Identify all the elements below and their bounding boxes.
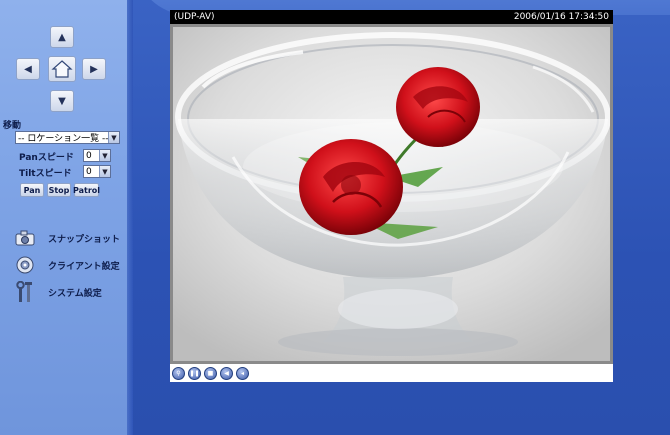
pan-left-button[interactable]: ◀ (16, 58, 40, 80)
control-panel: ▲ ◀ ▶ ▼ 移動 -- ロケーション一覧 -- ▼ Panスピード 0 ▼ … (0, 0, 133, 435)
arrow-right-icon: ▶ (90, 63, 98, 75)
pause-icon[interactable]: ❚❚ (188, 366, 201, 380)
player-controls: ⚲ ❚❚ ■ ◀ ◂ (170, 364, 613, 382)
menu-item-snapshot[interactable]: スナップショット (14, 228, 120, 248)
pan-speed-value: 0 (86, 150, 92, 161)
timestamp: 2006/01/16 17:34:50 (513, 12, 609, 22)
arrow-down-icon: ▼ (58, 95, 66, 107)
menu-item-system-settings[interactable]: システム設定 (14, 281, 102, 302)
stop-icon[interactable]: ■ (204, 366, 217, 380)
video-frame-image (173, 27, 610, 361)
arrow-left-icon: ◀ (24, 63, 32, 75)
patrol-button[interactable]: Patrol (73, 183, 100, 197)
tilt-up-button[interactable]: ▲ (50, 26, 74, 48)
tilt-speed-select[interactable]: 0 ▼ (83, 165, 111, 178)
speaker-icon[interactable]: ◀ (220, 366, 233, 380)
pan-speed-select[interactable]: 0 ▼ (83, 149, 111, 162)
camera-viewer: (UDP-AV) 2006/01/16 17:34:50 ⚲ ❚❚ ■ ◀ ◂ (170, 10, 613, 382)
tools-icon (14, 281, 36, 302)
chevron-down-icon: ▼ (108, 132, 119, 143)
menu-label: スナップショット (48, 234, 121, 245)
pan-speed-label: Panスピード (19, 153, 74, 163)
camera-icon (14, 228, 36, 248)
chevron-down-icon: ▼ (99, 166, 110, 177)
location-select[interactable]: -- ロケーション一覧 -- ▼ (15, 131, 120, 144)
home-icon (51, 60, 73, 78)
menu-label: システム設定 (48, 288, 102, 299)
stop-button[interactable]: Stop (47, 183, 71, 197)
arrow-up-icon: ▲ (58, 31, 66, 43)
menu-label: クライアント設定 (48, 261, 120, 272)
menu-item-client-settings[interactable]: クライアント設定 (14, 255, 120, 275)
pan-right-button[interactable]: ▶ (82, 58, 106, 80)
location-select-value: -- ロケーション一覧 -- (18, 134, 109, 144)
home-position-button[interactable] (48, 56, 76, 82)
pan-button[interactable]: Pan (20, 183, 44, 197)
chevron-down-icon: ▼ (99, 150, 110, 161)
live-video[interactable] (170, 24, 613, 364)
stream-mode: (UDP-AV) (174, 12, 215, 22)
move-label: 移動 (3, 121, 22, 131)
viewer-title-bar: (UDP-AV) 2006/01/16 17:34:50 (170, 10, 613, 24)
volume-icon[interactable]: ◂ (236, 366, 249, 380)
tilt-down-button[interactable]: ▼ (50, 90, 74, 112)
zoom-icon[interactable]: ⚲ (172, 366, 185, 380)
tilt-speed-label: Tiltスピード (19, 169, 72, 179)
disc-icon (14, 255, 36, 275)
tilt-speed-value: 0 (86, 166, 92, 177)
